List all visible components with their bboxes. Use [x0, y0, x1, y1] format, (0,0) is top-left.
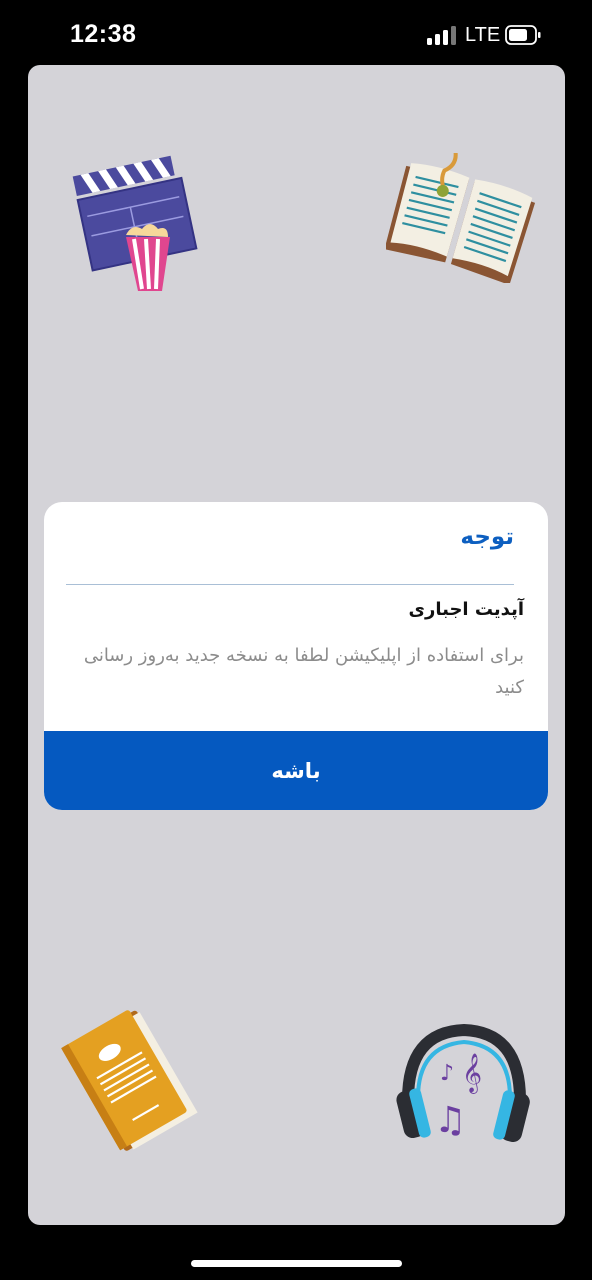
status-time: 12:38	[70, 20, 137, 48]
clapperboard-popcorn-icon	[72, 155, 198, 291]
open-book-icon	[386, 153, 536, 283]
signal-icon	[427, 26, 457, 45]
dialog-message: برای استفاده از اپلیکیشن لطفا به نسخه جد…	[83, 645, 524, 698]
svg-text:♪: ♪	[440, 1061, 454, 1086]
svg-text:♫: ♫	[434, 1100, 466, 1141]
dialog-divider	[66, 584, 514, 585]
headphones-music-icon: ♪ 𝄞 ♫	[396, 1023, 530, 1143]
network-type: LTE	[465, 24, 501, 46]
dialog-heading: آپدیت اجباری	[408, 599, 524, 620]
battery-icon	[505, 25, 541, 45]
home-indicator[interactable]	[191, 1260, 402, 1267]
ok-button[interactable]: باشه	[44, 731, 548, 810]
closed-book-icon	[61, 1010, 198, 1151]
svg-text:𝄞: 𝄞	[462, 1053, 482, 1094]
update-dialog: توجه آپدیت اجباری برای استفاده از اپلیکی…	[44, 502, 548, 810]
status-bar: 12:38 LTE	[0, 0, 592, 64]
dialog-title: توجه	[460, 524, 514, 550]
